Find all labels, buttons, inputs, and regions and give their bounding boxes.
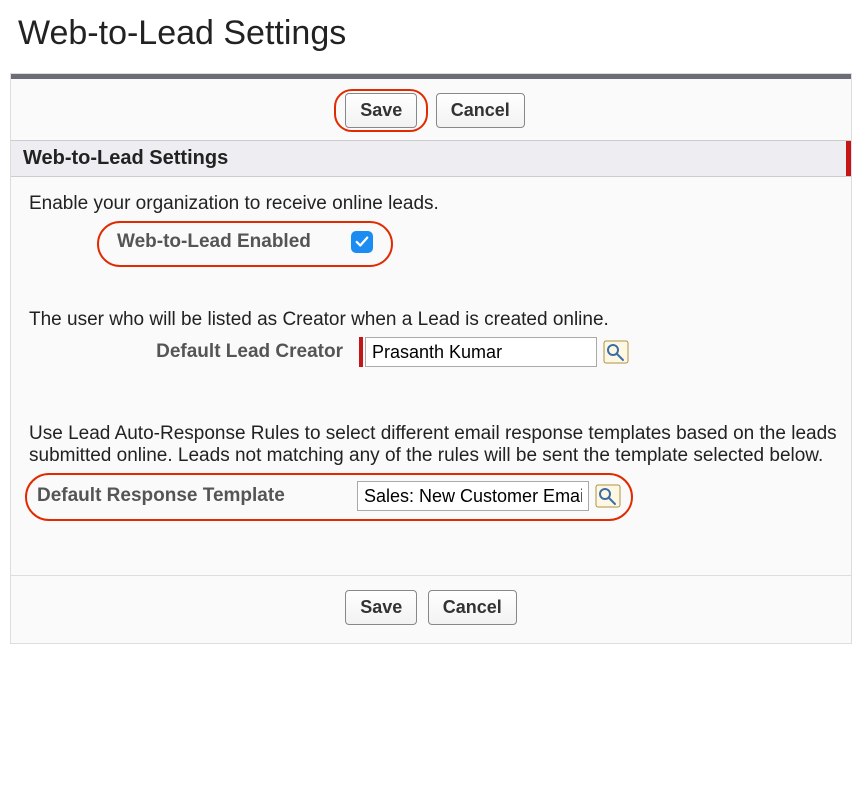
- highlight-response: Default Response Template: [25, 473, 633, 521]
- panel-top-border: [11, 74, 851, 79]
- page-title: Web-to-Lead Settings: [0, 0, 858, 63]
- highlight-enable: Web-to-Lead Enabled: [97, 221, 393, 267]
- response-label: Default Response Template: [37, 485, 357, 507]
- default-response-template-input[interactable]: [357, 481, 589, 511]
- lookup-icon[interactable]: [595, 484, 621, 508]
- creator-label: Default Lead Creator: [29, 341, 359, 363]
- highlight-save-top: Save: [334, 89, 428, 132]
- section-header-indicator: [846, 141, 851, 176]
- cancel-button[interactable]: Cancel: [436, 93, 525, 128]
- enable-label: Web-to-Lead Enabled: [117, 231, 351, 253]
- creator-description: The user who will be listed as Creator w…: [29, 309, 837, 331]
- default-lead-creator-input[interactable]: [365, 337, 597, 367]
- response-description: Use Lead Auto-Response Rules to select d…: [29, 423, 837, 467]
- save-button[interactable]: Save: [345, 93, 417, 128]
- enable-description: Enable your organization to receive onli…: [29, 193, 837, 215]
- check-icon: [355, 235, 369, 249]
- lookup-icon[interactable]: [603, 340, 629, 364]
- settings-panel: Save Cancel Web-to-Lead Settings Enable …: [10, 73, 852, 644]
- web-to-lead-enabled-checkbox[interactable]: [351, 231, 373, 253]
- required-indicator: [359, 337, 363, 367]
- creator-field-row: Default Lead Creator: [29, 337, 837, 367]
- save-button[interactable]: Save: [345, 590, 417, 625]
- top-button-row: Save Cancel: [11, 85, 851, 140]
- bottom-button-row: Save Cancel: [11, 575, 851, 639]
- section-body: Enable your organization to receive onli…: [11, 177, 851, 567]
- section-header: Web-to-Lead Settings: [11, 140, 851, 177]
- section-header-label: Web-to-Lead Settings: [23, 147, 228, 169]
- cancel-button[interactable]: Cancel: [428, 590, 517, 625]
